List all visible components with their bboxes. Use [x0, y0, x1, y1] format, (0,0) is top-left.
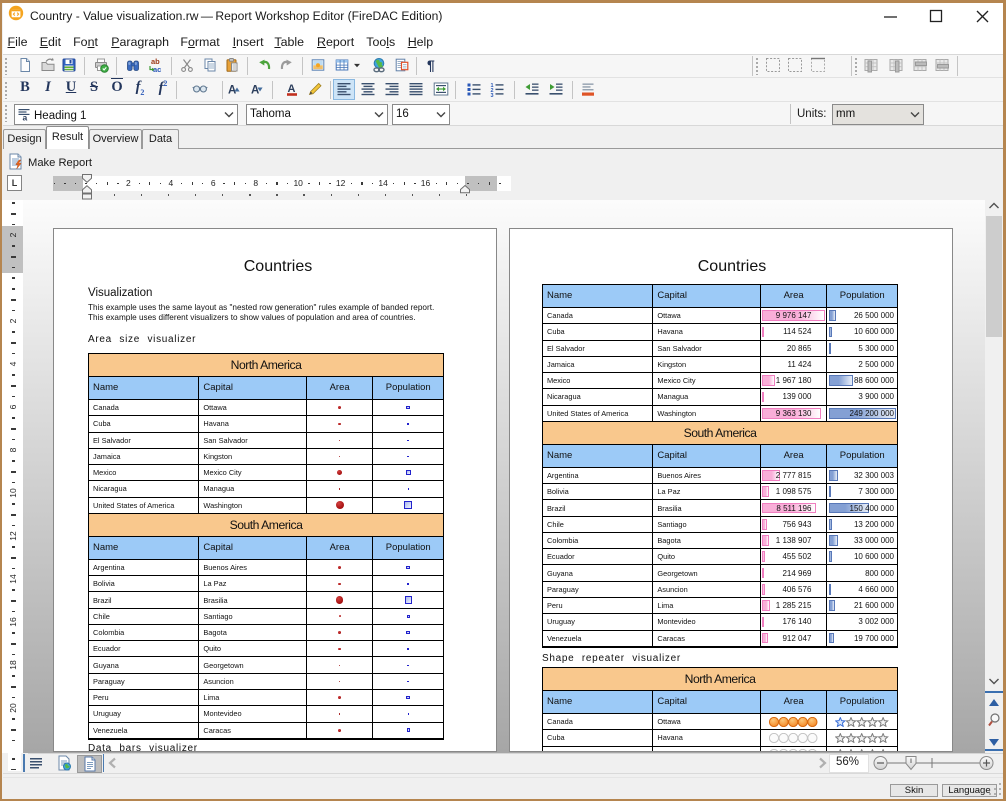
svg-text:3: 3 — [491, 93, 494, 97]
svg-text:ac: ac — [153, 65, 161, 73]
svg-text:A: A — [288, 83, 296, 95]
svg-text:a: a — [23, 113, 28, 122]
svg-text:¶: ¶ — [427, 57, 435, 73]
svg-text:A: A — [251, 84, 259, 96]
